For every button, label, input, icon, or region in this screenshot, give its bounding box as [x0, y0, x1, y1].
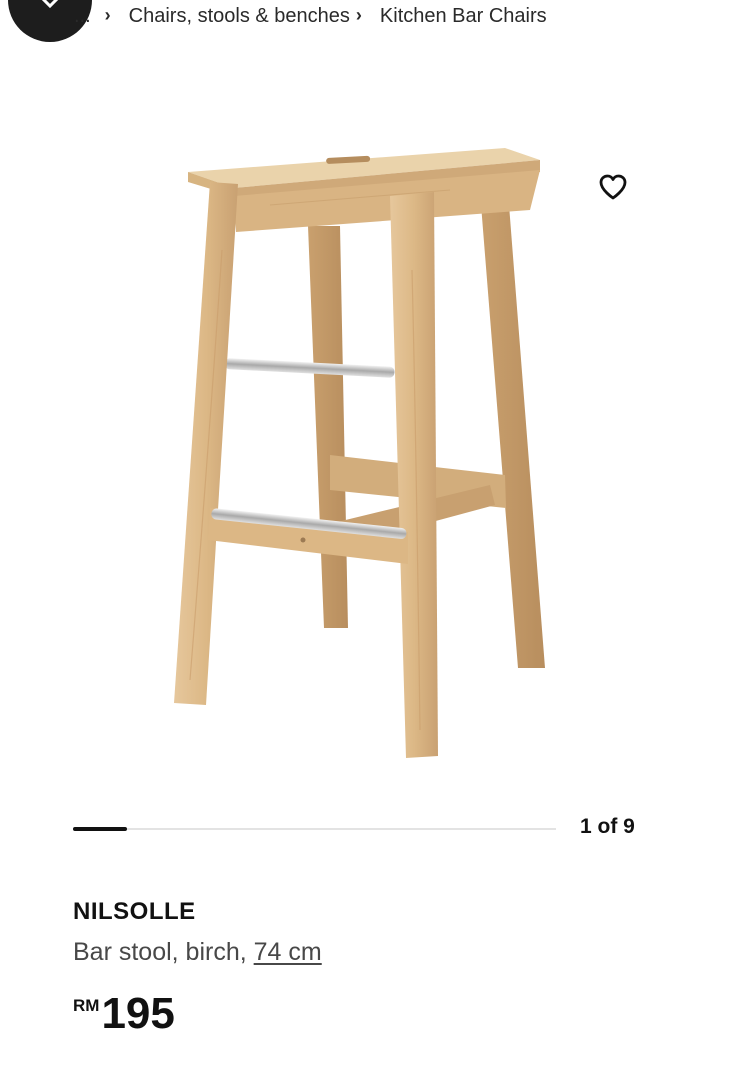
breadcrumb-item-chairs[interactable]: Chairs, stools & benches [129, 5, 350, 28]
product-measurement-link[interactable]: 74 cm [254, 938, 322, 966]
breadcrumb-item-kitchen-bar-chairs[interactable]: Kitchen Bar Chairs [380, 5, 547, 28]
chevron-right-icon: › [355, 4, 362, 25]
breadcrumb-ellipsis[interactable]: ... [74, 5, 91, 28]
product-description: Bar stool, birch, 74 cm [73, 938, 322, 967]
price-currency: RM [73, 996, 100, 1015]
carousel-counter: 1 of 9 [580, 815, 635, 838]
price-amount: 195 [101, 989, 175, 1038]
carousel-progress-track [73, 827, 556, 831]
product-description-text: Bar stool, birch, [73, 938, 254, 966]
product-name[interactable]: NILSOLLE [73, 898, 196, 926]
bar-stool-image [174, 148, 545, 758]
breadcrumb: ... › Chairs, stools & benches › Kitchen… [74, 2, 547, 30]
product-image[interactable] [150, 130, 570, 770]
heart-outline-icon [599, 174, 627, 200]
close-icon [41, 0, 59, 9]
carousel-progress-fill [73, 827, 127, 831]
product-price: RM 195 [73, 990, 175, 1038]
chevron-right-icon: › [104, 4, 111, 25]
wishlist-button[interactable] [596, 170, 630, 204]
